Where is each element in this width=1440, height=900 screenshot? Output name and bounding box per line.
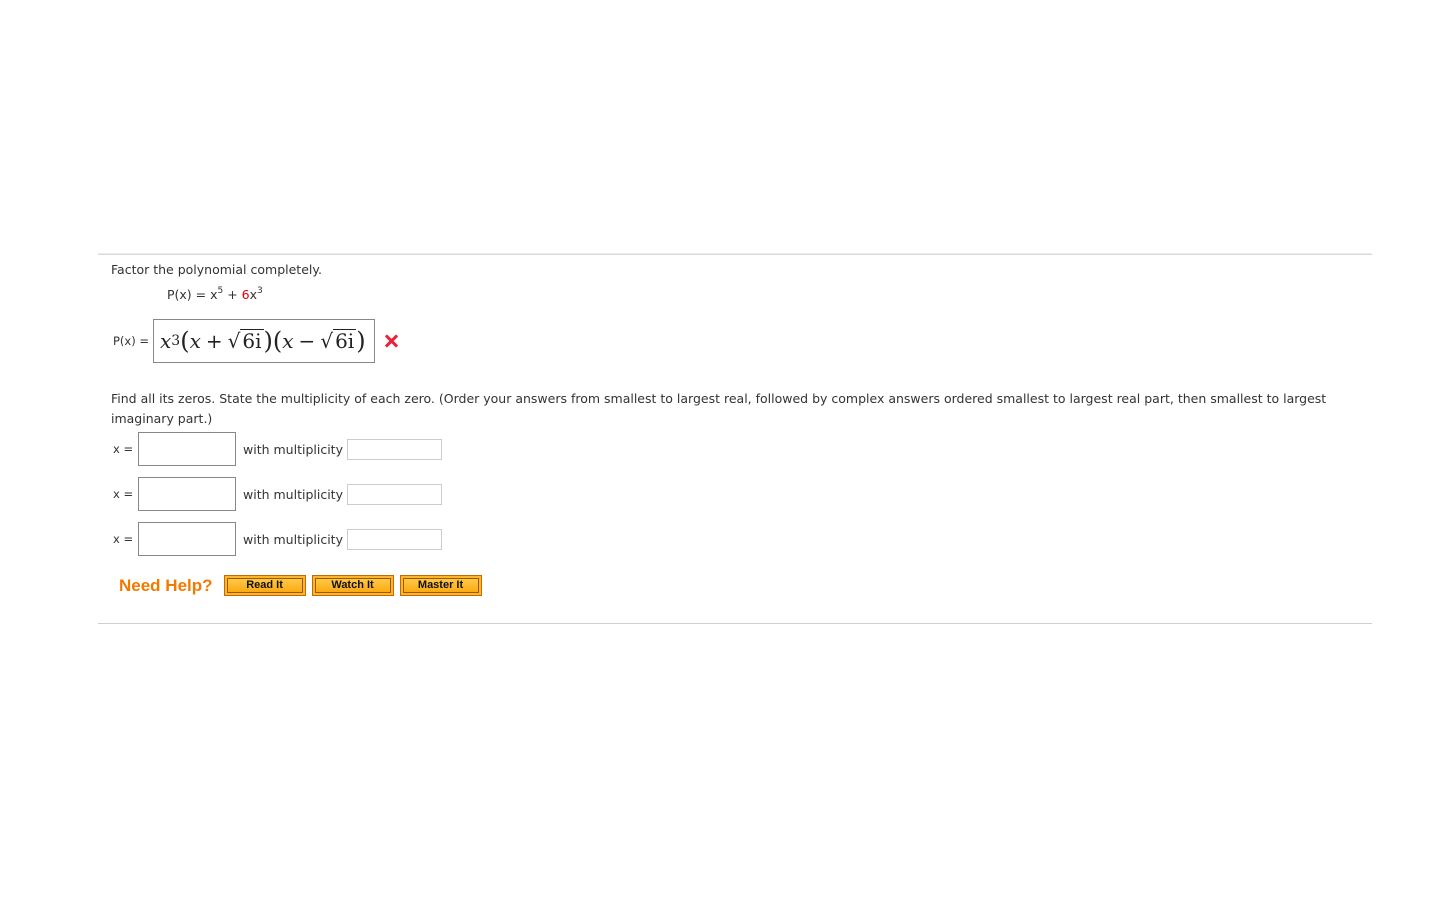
bottom-divider	[98, 623, 1372, 624]
radical-icon: √	[227, 329, 241, 353]
factor1-var: x	[189, 329, 201, 353]
factored-answer-row: P(x) = x3 ( x + √ 6i ) ( x − √ 6i )	[113, 319, 398, 363]
watch-it-label: Watch It	[314, 578, 391, 593]
polynomial-lhs: P(x) = x	[167, 287, 218, 302]
factored-answer-input[interactable]: x3 ( x + √ 6i ) ( x − √ 6i )	[153, 319, 375, 363]
master-it-label: Master It	[402, 578, 479, 593]
exponent-3: 3	[257, 286, 263, 296]
close-paren: )	[263, 327, 273, 355]
polynomial-equation: P(x) = x5 + 6x3	[167, 286, 263, 302]
polynomial-var: x	[249, 287, 258, 302]
factor2-var: x	[282, 329, 294, 353]
answer-label: P(x) =	[113, 334, 150, 348]
top-divider	[98, 253, 1372, 255]
need-help-label: Need Help?	[119, 575, 213, 595]
zeros-instructions: Find all its zeros. State the multiplici…	[111, 391, 1327, 426]
zero-row-3: x = with multiplicity	[113, 522, 442, 556]
factor1-op: +	[205, 329, 223, 353]
zero-input-2[interactable]	[138, 477, 236, 511]
zero-input-1[interactable]	[138, 432, 236, 466]
master-it-button[interactable]: Master It	[399, 575, 482, 596]
sqrt-factor2: √ 6i	[320, 329, 357, 353]
question-block: Factor the polynomial completely. P(x) =…	[111, 262, 1361, 596]
open-paren: (	[180, 327, 190, 355]
radical-icon: √	[320, 329, 334, 353]
plus-sign: +	[223, 287, 242, 302]
zero-row-2: x = with multiplicity	[113, 477, 442, 511]
open-paren: (	[272, 327, 283, 355]
multiplicity-input-2[interactable]	[346, 483, 442, 505]
need-help-bar: Need Help? Read It Watch It Master It	[119, 575, 488, 596]
radicand-2: 6i	[333, 329, 357, 353]
incorrect-x-icon	[384, 334, 398, 348]
multiplicity-label: with multiplicity	[243, 441, 343, 457]
x-label: x =	[113, 487, 134, 501]
multiplicity-label: with multiplicity	[243, 531, 343, 547]
watch-it-button[interactable]: Watch It	[311, 575, 394, 596]
math-x: x	[160, 329, 172, 353]
read-it-button[interactable]: Read It	[223, 575, 306, 596]
question-prompt: Factor the polynomial completely.	[111, 262, 322, 277]
sqrt-factor1: √ 6i	[228, 329, 264, 353]
factor2-op: −	[298, 329, 316, 353]
multiplicity-label: with multiplicity	[243, 486, 343, 502]
x-label: x =	[113, 532, 134, 546]
zero-input-3[interactable]	[138, 522, 236, 556]
multiplicity-input-1[interactable]	[346, 438, 442, 460]
close-paren: )	[356, 327, 366, 355]
radicand-1: 6i	[240, 329, 264, 353]
read-it-label: Read It	[226, 578, 303, 593]
x-label: x =	[113, 442, 134, 456]
coefficient: 6	[241, 287, 250, 302]
math-x-exponent: 3	[171, 333, 181, 349]
multiplicity-input-3[interactable]	[346, 528, 442, 550]
zero-row-1: x = with multiplicity	[113, 432, 442, 466]
